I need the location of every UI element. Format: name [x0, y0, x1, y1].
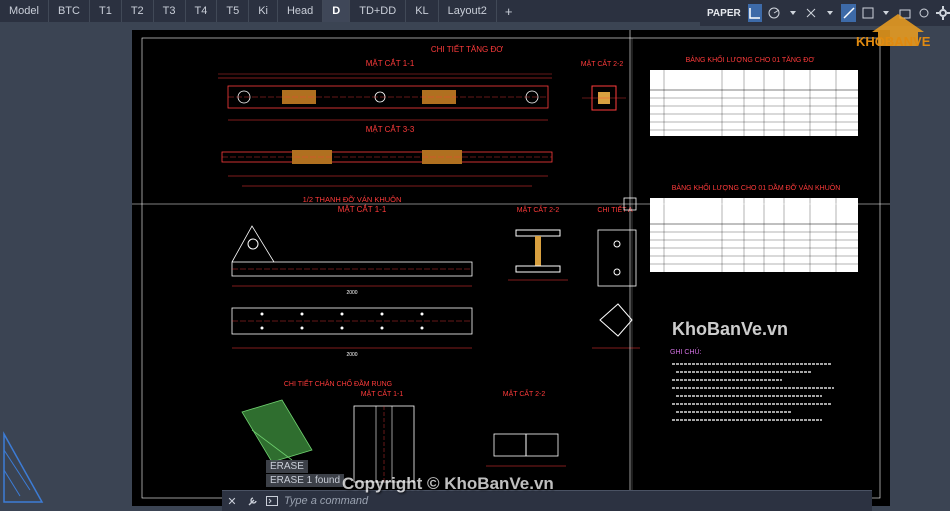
- section-2-2-b: [508, 229, 568, 281]
- beam-plan: 2000: [231, 307, 473, 358]
- command-history-line: ERASE 1 found: [266, 474, 345, 487]
- section-2-2-b-label: MẶT CẮT 2-2: [517, 205, 560, 214]
- section-2-2-a-label: MẶT CẮT 2-2: [581, 59, 624, 68]
- section-3-3-label: MẶT CẮT 3-3: [366, 125, 415, 134]
- half-bar-title: 1/2 THANH ĐỠ VÁN KHUÔN: [303, 195, 402, 204]
- dim-2000-b: 2000: [346, 352, 357, 358]
- snap-icon[interactable]: [804, 4, 819, 22]
- notes-title: GHI CHÚ:: [670, 347, 702, 356]
- grid-icon[interactable]: [747, 4, 763, 22]
- detail-a-label: CHI TIẾT A: [597, 204, 632, 214]
- command-input[interactable]: [282, 491, 872, 511]
- paper-toggle-button[interactable]: PAPER: [704, 8, 744, 19]
- table2-title: BẢNG KHỐI LƯỢNG CHO 01 DẦM ĐỠ VÁN KHUÔN: [672, 182, 841, 192]
- tab-td-dd[interactable]: TD+DD: [350, 0, 407, 22]
- tab-t2[interactable]: T2: [122, 0, 154, 22]
- dim-2000: 2000: [346, 290, 357, 296]
- section-2-2-a: [582, 85, 626, 111]
- tab-t1[interactable]: T1: [90, 0, 122, 22]
- turnbuckle-plan: [221, 150, 553, 187]
- tab-ki[interactable]: Ki: [249, 0, 278, 22]
- notes-lines: [672, 363, 834, 421]
- tab-kl[interactable]: KL: [406, 0, 439, 22]
- support-title: CHI TIẾT CHÂN CHỐ ĐẦM RUNG: [284, 378, 392, 388]
- beam-elevation: 2000: [231, 225, 473, 296]
- paper-sheet: CHI TIẾT TĂNG ĐƠ MẶT CẮT 1-1 MẶT CẮT 2-2: [132, 30, 890, 506]
- tab-layout2[interactable]: Layout2: [439, 0, 497, 22]
- command-prompt-icon[interactable]: [262, 491, 282, 511]
- table2: [650, 198, 858, 272]
- section-1-1-a-label: MẶT CẮT 1-1: [366, 59, 415, 68]
- drawing-canvas[interactable]: CHI TIẾT TĂNG ĐƠ MẶT CẮT 1-1 MẶT CẮT 2-2: [0, 26, 950, 510]
- support-section-1-1: [353, 405, 415, 483]
- tab-btc[interactable]: BTC: [49, 0, 90, 22]
- model-triangle: [3, 431, 44, 503]
- tab-d[interactable]: D: [323, 0, 351, 22]
- section-1-1-b-label: MẶT CẮT 1-1: [338, 205, 387, 214]
- main-title: CHI TIẾT TĂNG ĐƠ: [431, 44, 503, 54]
- tab-head[interactable]: Head: [278, 0, 324, 22]
- site-watermark: KhoBanVe.vn: [672, 319, 789, 339]
- table1: [650, 70, 858, 136]
- logo-text: KHOBANVE: [856, 34, 931, 49]
- chevron-down-icon[interactable]: [785, 4, 800, 22]
- section-2-2-c-label: MẶT CẮT 2-2: [503, 389, 546, 398]
- command-history-line: ERASE: [266, 460, 308, 473]
- close-icon[interactable]: ✕: [222, 491, 242, 511]
- copyright-watermark: Copyright © KhoBanVe.vn: [342, 474, 554, 493]
- support-section-2-2: [486, 433, 566, 467]
- add-layout-button[interactable]: +: [497, 4, 521, 19]
- chevron-down-icon[interactable]: [823, 4, 838, 22]
- tab-model[interactable]: Model: [0, 0, 49, 22]
- section-1-1-c-label: MẶT CẮT 1-1: [361, 389, 404, 398]
- tab-t5[interactable]: T5: [217, 0, 250, 22]
- wrench-icon[interactable]: [242, 491, 262, 511]
- polar-tracking-icon[interactable]: [766, 4, 781, 22]
- table1-title: BẢNG KHỐI LƯỢNG CHO 01 TĂNG ĐƠ: [686, 54, 815, 64]
- tab-t4[interactable]: T4: [186, 0, 218, 22]
- turnbuckle-elevation: [218, 73, 552, 121]
- tab-t3[interactable]: T3: [154, 0, 186, 22]
- detail-a: [592, 229, 640, 349]
- support-iso: [241, 399, 313, 463]
- khobanve-logo: KHOBANVE: [852, 12, 944, 54]
